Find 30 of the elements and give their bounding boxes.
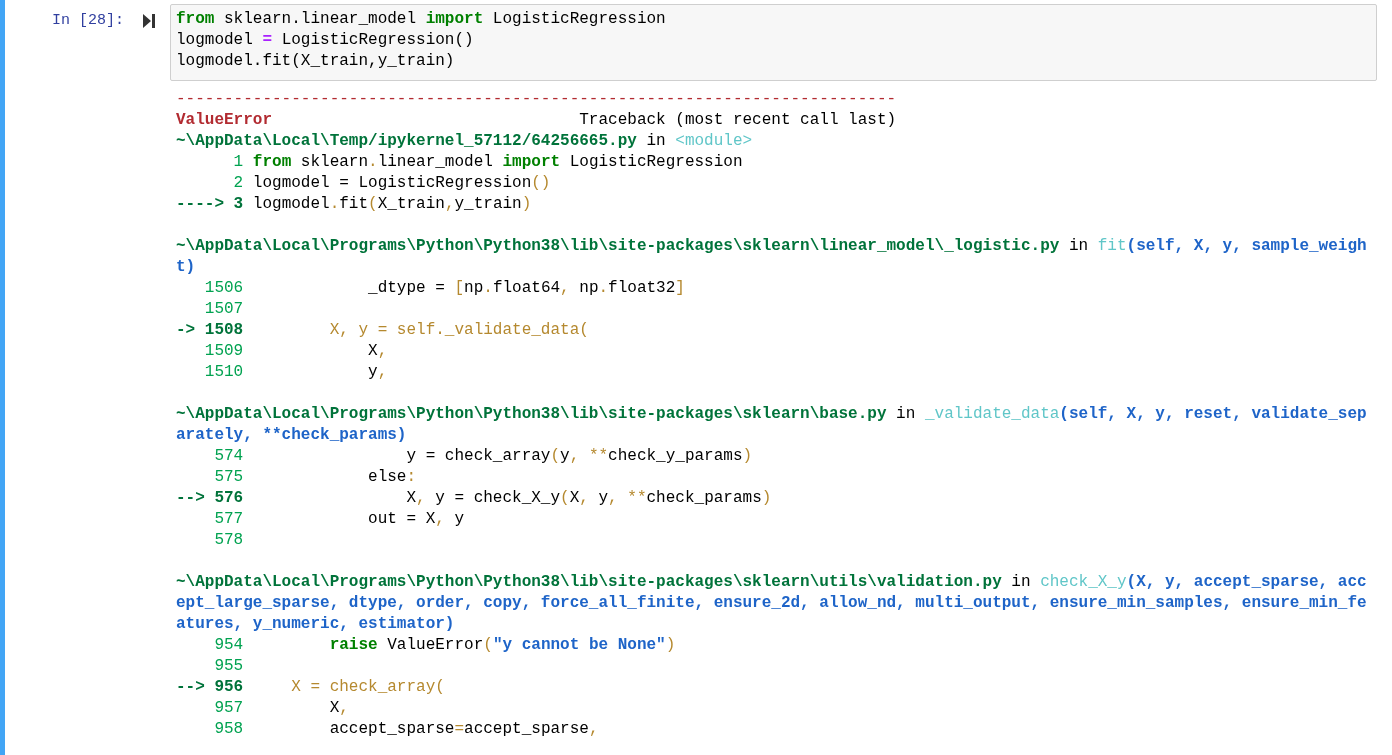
source-line: 1509 X, bbox=[203, 341, 388, 362]
source-line: 575 else: bbox=[213, 467, 417, 488]
run-icon[interactable] bbox=[143, 14, 155, 28]
source-line: 577 out = X, y bbox=[213, 509, 465, 530]
code-line: from sklearn.linear_model import LogisticRegression bbox=[176, 9, 666, 30]
source-line: 2 logmodel = LogisticRegression() bbox=[232, 173, 551, 194]
source-line: 578 bbox=[213, 530, 244, 551]
source-line: 1 from sklearn.linear_model import LogisticRegression bbox=[232, 152, 743, 173]
frame-location: ~\AppData\Local\Programs\Python\Python38\lib\site-packages\sklearn\linear_model\_logistic.py in fit(self, X, y, sample_weight) bbox=[176, 236, 1368, 278]
source-line: --> 956 X = check_array( bbox=[176, 677, 445, 698]
code-input[interactable]: from sklearn.linear_model import LogisticRegression logmodel = LogisticRegression() logmodel.fit(X_train,y_train) bbox=[170, 4, 1377, 81]
source-line: 955 bbox=[213, 656, 244, 677]
source-line: --> 576 X, y = check_X_y(X, y, **check_params) bbox=[176, 488, 772, 509]
source-line: 954 raise ValueError("y cannot be None") bbox=[213, 635, 676, 656]
source-line: 1507 bbox=[203, 299, 244, 320]
source-line: -> 1508 X, y = self._validate_data( bbox=[176, 320, 589, 341]
source-line: ----> 3 logmodel.fit(X_train,y_train) bbox=[176, 194, 532, 215]
cell-prompt: In [28]: bbox=[51, 11, 125, 31]
code-line: logmodel.fit(X_train,y_train) bbox=[176, 51, 455, 72]
frame-location: ~\AppData\Local\Temp/ipykernel_57112/64256665.py in <module> bbox=[176, 131, 754, 152]
code-line: logmodel = LogisticRegression() bbox=[176, 30, 474, 51]
source-line: 1506 _dtype = [np.float64, np.float32] bbox=[203, 278, 685, 299]
frame-location: ~\AppData\Local\Programs\Python\Python38\lib\site-packages\sklearn\utils\validation.py in check_X_y(X, y, accept_sparse, accept_large_sparse, dtype, order, copy, force_all_finite, ensure_2d, allow_nd, multi_output, ensure_min_samples, ensure_min_features, y_numeric, estimator) bbox=[176, 572, 1368, 635]
traceback-header: ValueError Traceback (most recent call last) bbox=[176, 110, 897, 131]
traceback-rule: --------------------------------------------------------------------------- bbox=[176, 89, 897, 110]
source-line: 958 accept_sparse=accept_sparse, bbox=[213, 719, 599, 740]
frame-location: ~\AppData\Local\Programs\Python\Python38\lib\site-packages\sklearn\base.py in _validate_data(self, X, y, reset, validate_separately, **check_params) bbox=[176, 404, 1368, 446]
source-line: 957 X, bbox=[213, 698, 349, 719]
source-line: 574 y = check_array(y, **check_y_params) bbox=[213, 446, 753, 467]
source-line: 1510 y, bbox=[203, 362, 388, 383]
